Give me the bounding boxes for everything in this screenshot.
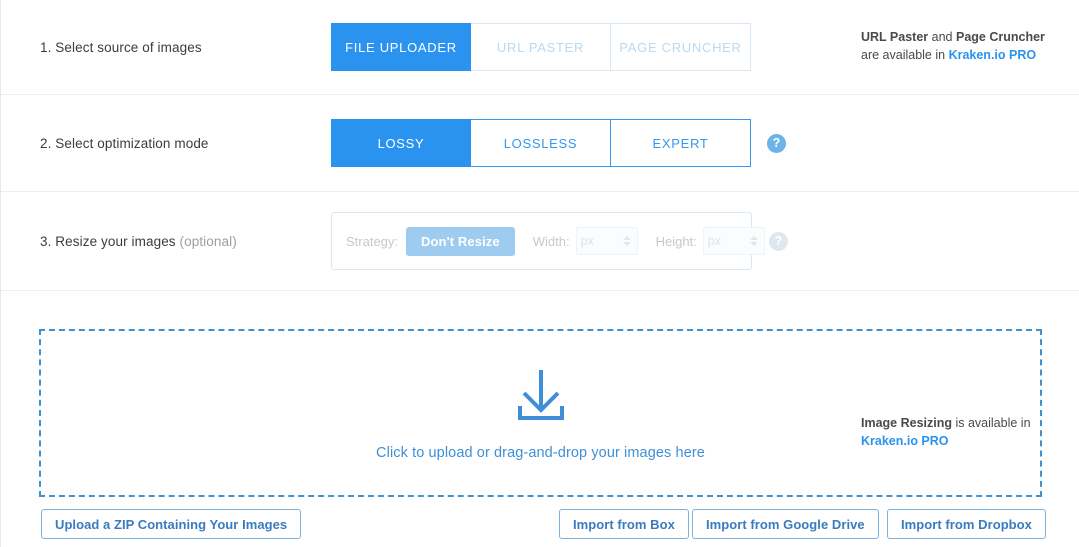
mode-option-lossless-label: LOSSLESS xyxy=(503,135,578,151)
kraken-pro-link[interactable]: Kraken.io PRO xyxy=(949,48,1037,62)
dropzone-label: Click to upload or drag-and-drop your im… xyxy=(376,444,705,461)
upload-zip-button-label: Upload a ZIP Containing Your Images xyxy=(55,516,288,532)
source-pro-note-conj: and xyxy=(928,30,956,44)
source-pro-note-line1: URL Paster and Page Cruncher xyxy=(861,28,1045,46)
source-option-file-uploader-label: FILE UPLOADER xyxy=(345,39,457,55)
step-3-resize-row: 3. Resize your images (optional) Strateg… xyxy=(1,192,1079,448)
height-placeholder: px xyxy=(707,234,721,248)
import-from-google-drive-button[interactable]: Import from Google Drive xyxy=(692,509,879,539)
source-option-file-uploader[interactable]: FILE UPLOADER xyxy=(331,23,471,71)
mode-option-lossy[interactable]: LOSSY xyxy=(331,119,471,167)
height-label: Height: xyxy=(655,233,697,249)
upload-zip-button[interactable]: Upload a ZIP Containing Your Images xyxy=(41,509,302,539)
strategy-select[interactable]: Don't Resize xyxy=(406,226,515,256)
source-option-page-cruncher[interactable]: PAGE CRUNCHER xyxy=(611,23,751,71)
import-from-google-drive-label: Import from Google Drive xyxy=(706,516,865,532)
import-actions-bar: Upload a ZIP Containing Your Images Impo… xyxy=(1,509,1079,541)
source-pro-note-term2: Page Cruncher xyxy=(955,30,1045,44)
question-mark-icon-resize[interactable]: ? xyxy=(769,231,788,251)
step-3-optional-tag: (optional) xyxy=(179,233,237,249)
import-from-dropbox-label: Import from Dropbox xyxy=(901,516,1032,532)
optimization-mode-group: LOSSY LOSSLESS EXPERT xyxy=(331,119,751,167)
source-pro-note-line2: are available in Kraken.io PRO xyxy=(861,46,1045,64)
question-mark-icon[interactable]: ? xyxy=(767,133,786,153)
source-pro-note-text: are available in xyxy=(861,48,949,62)
mode-option-expert-label: EXPERT xyxy=(652,135,709,151)
width-placeholder: px xyxy=(580,234,594,248)
mode-option-lossless[interactable]: LOSSLESS xyxy=(471,119,611,167)
height-field-group: Height: px xyxy=(656,227,765,255)
source-option-url-paster[interactable]: URL PASTER xyxy=(471,23,611,71)
step-1-label: 1. Select source of images xyxy=(40,39,202,55)
source-pro-note-term1: URL Paster xyxy=(861,30,929,44)
optimizer-settings-page: 1. Select source of images FILE UPLOADER… xyxy=(0,0,1079,547)
import-from-box-button[interactable]: Import from Box xyxy=(559,509,689,539)
source-option-url-paster-label: URL PASTER xyxy=(496,39,585,55)
step-1-source-row: 1. Select source of images FILE UPLOADER… xyxy=(1,0,1079,95)
strategy-label: Strategy: xyxy=(346,233,399,249)
mode-option-expert[interactable]: EXPERT xyxy=(611,119,751,167)
download-arrow-icon xyxy=(510,366,572,429)
source-pro-note: URL Paster and Page Cruncher are availab… xyxy=(861,28,1045,64)
width-label: Width: xyxy=(532,233,570,249)
resize-strategy-panel: Strategy: Don't Resize Width: px Height:… xyxy=(331,212,765,270)
step-2-label: 2. Select optimization mode xyxy=(40,135,209,151)
step-3-label: 3. Resize your images (optional) xyxy=(40,233,237,249)
width-input[interactable]: px xyxy=(575,227,638,255)
source-selector-group: FILE UPLOADER URL PASTER PAGE CRUNCHER xyxy=(331,23,751,71)
width-field-group: Width: px xyxy=(533,227,638,255)
source-option-page-cruncher-label: PAGE CRUNCHER xyxy=(619,39,742,55)
height-input[interactable]: px xyxy=(702,227,765,255)
height-stepper[interactable] xyxy=(749,236,760,246)
file-dropzone[interactable]: Click to upload or drag-and-drop your im… xyxy=(39,329,1042,497)
import-from-dropbox-button[interactable]: Import from Dropbox xyxy=(887,509,1046,539)
import-from-box-label: Import from Box xyxy=(573,516,675,532)
mode-option-lossy-label: LOSSY xyxy=(377,135,425,151)
step-2-mode-row: 2. Select optimization mode LOSSY LOSSLE… xyxy=(1,95,1079,192)
width-stepper[interactable] xyxy=(622,236,633,246)
